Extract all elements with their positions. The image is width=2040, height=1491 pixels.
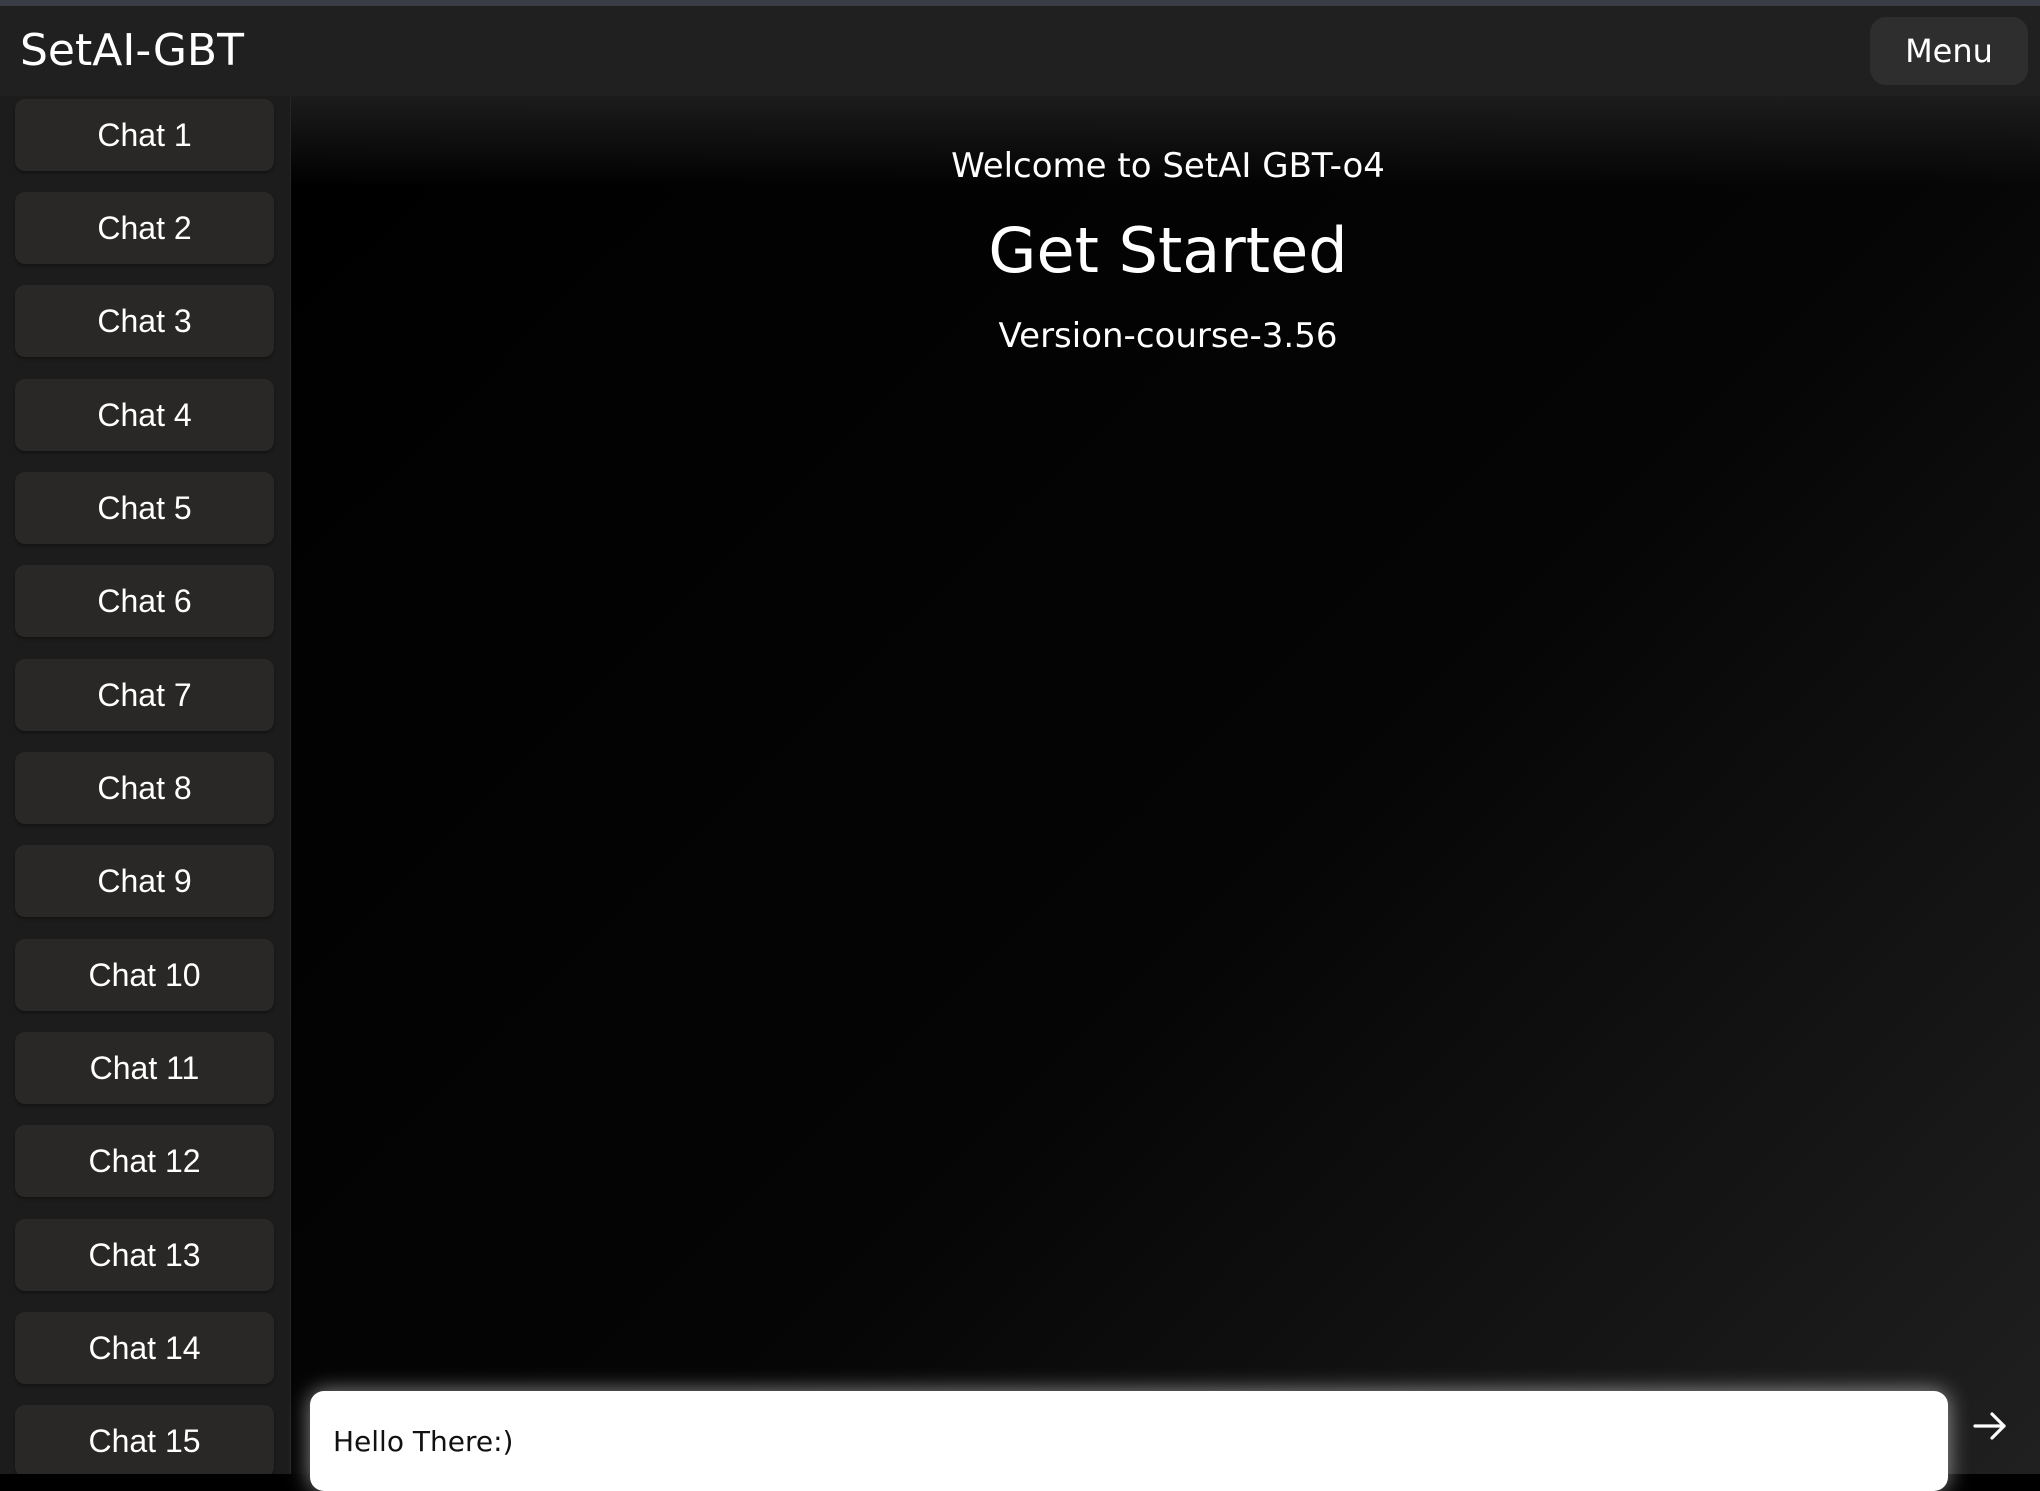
menu-button[interactable]: Menu	[1870, 17, 2028, 85]
sidebar-item-chat-14[interactable]: Chat 14	[15, 1312, 274, 1384]
message-input[interactable]	[310, 1391, 1948, 1491]
app-title: SetAI-GBT	[20, 25, 244, 76]
sidebar-item-chat-8[interactable]: Chat 8	[15, 752, 274, 824]
sidebar-item-chat-13[interactable]: Chat 13	[15, 1219, 274, 1291]
arrow-right-icon	[1973, 1412, 2006, 1440]
send-button[interactable]	[1966, 1402, 2014, 1450]
chat-sidebar[interactable]: Chat 1 Chat 2 Chat 3 Chat 4 Chat 5 Chat …	[0, 96, 291, 1474]
sidebar-item-chat-2[interactable]: Chat 2	[15, 192, 274, 264]
sidebar-item-chat-10[interactable]: Chat 10	[15, 939, 274, 1011]
sidebar-item-chat-11[interactable]: Chat 11	[15, 1032, 274, 1104]
chat-main-area: Welcome to SetAI GBT-o4 Get Started Vers…	[291, 96, 2040, 1474]
sidebar-item-chat-3[interactable]: Chat 3	[15, 285, 274, 357]
top-bar: SetAI-GBT Menu	[0, 6, 2040, 96]
welcome-text: Welcome to SetAI GBT-o4	[951, 146, 1385, 186]
sidebar-item-chat-1[interactable]: Chat 1	[15, 99, 274, 171]
sidebar-item-chat-9[interactable]: Chat 9	[15, 845, 274, 917]
sidebar-item-chat-5[interactable]: Chat 5	[15, 472, 274, 544]
sidebar-item-chat-6[interactable]: Chat 6	[15, 565, 274, 637]
page-title: Get Started	[988, 214, 1348, 287]
sidebar-item-chat-15[interactable]: Chat 15	[15, 1405, 274, 1474]
version-label: Version-course-3.56	[998, 316, 1338, 356]
sidebar-item-chat-7[interactable]: Chat 7	[15, 659, 274, 731]
sidebar-item-chat-4[interactable]: Chat 4	[15, 379, 274, 451]
sidebar-item-chat-12[interactable]: Chat 12	[15, 1125, 274, 1197]
